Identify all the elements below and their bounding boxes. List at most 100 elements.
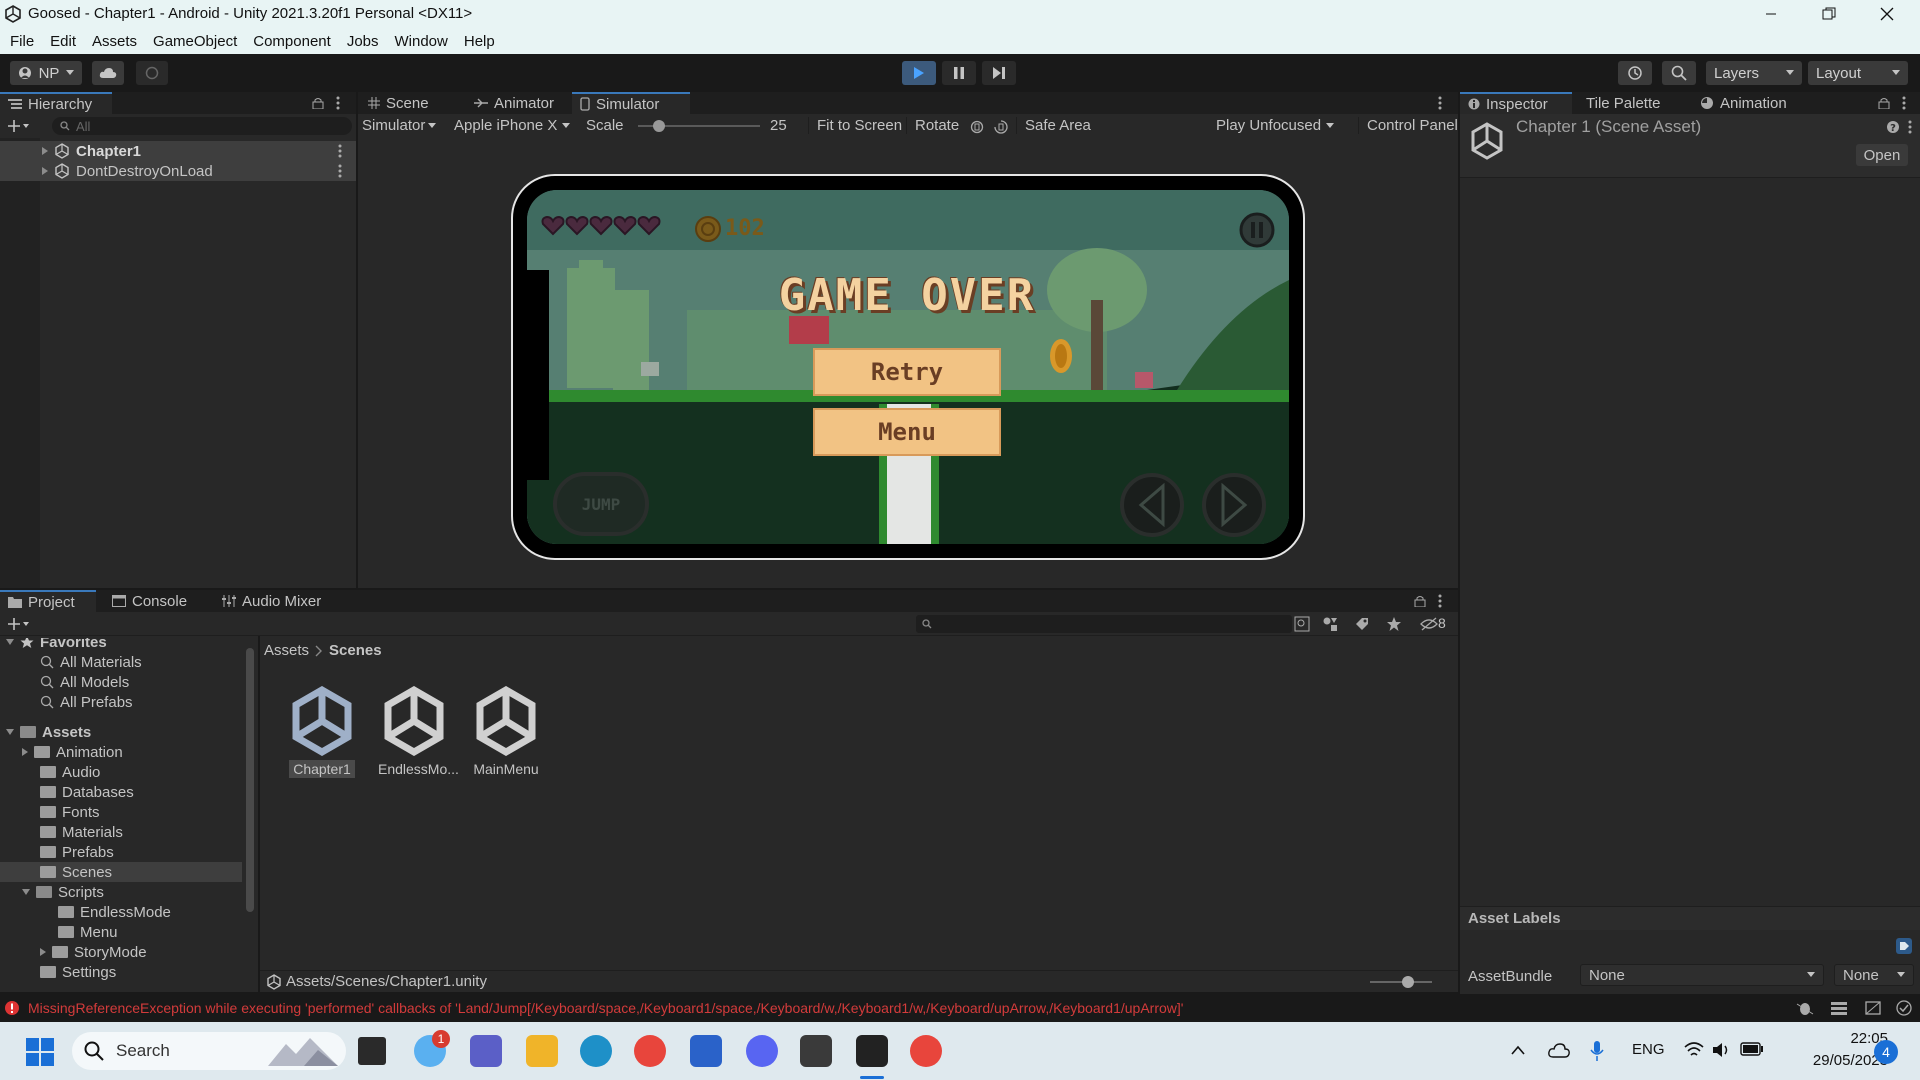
folder-tree-scrollbar[interactable] xyxy=(246,648,254,912)
game-view[interactable]: 102 GAME OVER Retry Menu JUMP xyxy=(527,190,1289,544)
layers-dropdown[interactable]: Layers xyxy=(1706,61,1802,85)
folder-storymode[interactable]: StoryMode xyxy=(40,942,147,962)
fit-to-screen-button[interactable]: Fit to Screen xyxy=(808,117,902,134)
tab-simulator[interactable]: Simulator xyxy=(572,92,690,114)
breadcrumb-scenes[interactable]: Scenes xyxy=(329,642,382,659)
hierarchy-item-dontdestroyonload[interactable]: DontDestroyOnLoad xyxy=(0,161,356,181)
progress-icon[interactable] xyxy=(1830,1000,1848,1016)
rotate-left-icon[interactable] xyxy=(969,119,985,135)
wifi-icon[interactable] xyxy=(1684,1041,1704,1059)
tab-audio-mixer[interactable]: Audio Mixer xyxy=(214,590,329,612)
folder-materials[interactable]: Materials xyxy=(40,822,123,842)
right-arrow-button[interactable] xyxy=(1201,472,1267,538)
tag-icon[interactable] xyxy=(1896,938,1912,954)
play-mode-dropdown[interactable]: Play Unfocused xyxy=(1216,117,1335,134)
folder-settings[interactable]: Settings xyxy=(40,962,116,982)
scale-slider-handle[interactable] xyxy=(653,120,665,132)
step-button[interactable] xyxy=(982,61,1016,85)
discord-icon[interactable] xyxy=(746,1035,778,1067)
favorite-all-models[interactable]: All Models xyxy=(40,672,129,692)
folder-endlessmode[interactable]: EndlessMode xyxy=(58,902,171,922)
retry-button[interactable]: Retry xyxy=(813,348,1001,396)
menu-button[interactable]: Menu xyxy=(813,408,1001,456)
store-icon[interactable] xyxy=(690,1035,722,1067)
taskbar-search[interactable]: Search xyxy=(72,1032,346,1070)
notification-badge[interactable]: 4 xyxy=(1874,1040,1898,1064)
chevron-up-icon[interactable] xyxy=(1510,1044,1526,1056)
simulator-mode-dropdown[interactable]: Simulator xyxy=(362,117,437,134)
unity-editor-icon[interactable] xyxy=(856,1035,888,1067)
favorite-all-prefabs[interactable]: All Prefabs xyxy=(40,692,133,712)
tab-project[interactable]: Project xyxy=(0,590,96,612)
favorites-header[interactable]: Favorites xyxy=(6,638,107,652)
status-error-message[interactable]: MissingReferenceException while executin… xyxy=(28,1000,1183,1016)
breadcrumb-assets[interactable]: Assets xyxy=(264,642,309,659)
filter-by-type-icon[interactable] xyxy=(1322,616,1338,632)
lock-icon[interactable] xyxy=(312,97,324,109)
menu-gameobject[interactable]: GameObject xyxy=(153,33,237,50)
language-indicator[interactable]: ENG xyxy=(1632,1041,1665,1058)
tab-animator[interactable]: Animator xyxy=(466,92,562,114)
onedrive-icon[interactable] xyxy=(1548,1042,1570,1058)
undo-history-button[interactable] xyxy=(1618,61,1652,85)
tab-animation[interactable]: Animation xyxy=(1692,92,1795,114)
tab-inspector[interactable]: Inspector xyxy=(1460,92,1572,114)
kebab-menu-icon[interactable] xyxy=(1438,594,1442,608)
lock-icon[interactable] xyxy=(1878,97,1890,109)
filter-by-label-icon[interactable] xyxy=(1354,616,1370,632)
menu-window[interactable]: Window xyxy=(395,33,448,50)
cache-icon[interactable] xyxy=(1864,1000,1882,1016)
volume-icon[interactable] xyxy=(1712,1041,1732,1059)
favorite-all-materials[interactable]: All Materials xyxy=(40,652,142,672)
icon-size-slider[interactable] xyxy=(1370,981,1432,983)
task-view-icon[interactable] xyxy=(358,1037,386,1065)
pause-button[interactable] xyxy=(942,61,976,85)
kebab-menu-icon[interactable] xyxy=(338,164,342,178)
file-endlessmode[interactable]: EndlessMo... xyxy=(374,686,459,778)
folder-menu[interactable]: Menu xyxy=(58,922,118,942)
close-button[interactable] xyxy=(1858,0,1916,28)
search-mode-icon[interactable] xyxy=(1294,616,1310,632)
minimize-button[interactable] xyxy=(1742,0,1800,28)
kebab-menu-icon[interactable] xyxy=(1908,120,1912,134)
file-chapter1[interactable]: Chapter1 xyxy=(282,686,362,778)
assets-root[interactable]: Assets xyxy=(6,722,91,742)
restore-button[interactable] xyxy=(1800,0,1858,28)
menu-jobs[interactable]: Jobs xyxy=(347,33,379,50)
folder-fonts[interactable]: Fonts xyxy=(40,802,100,822)
tab-tile-palette[interactable]: Tile Palette xyxy=(1578,92,1668,114)
file-explorer-icon[interactable] xyxy=(526,1035,558,1067)
safe-area-toggle[interactable]: Safe Area xyxy=(1016,117,1091,134)
menu-assets[interactable]: Assets xyxy=(92,33,137,50)
folder-scenes[interactable]: Scenes xyxy=(0,862,242,882)
account-dropdown[interactable]: NP xyxy=(10,61,82,85)
assetbundle-dropdown[interactable]: None xyxy=(1580,964,1824,986)
windows-start-icon[interactable] xyxy=(26,1038,54,1066)
open-button[interactable]: Open xyxy=(1856,144,1908,166)
menu-component[interactable]: Component xyxy=(253,33,331,50)
folder-audio[interactable]: Audio xyxy=(40,762,100,782)
control-panel-button[interactable]: Control Panel xyxy=(1358,117,1458,134)
unity-hub-icon[interactable] xyxy=(800,1035,832,1067)
expand-arrow-icon[interactable] xyxy=(42,147,48,155)
folder-databases[interactable]: Databases xyxy=(40,782,134,802)
hierarchy-item-chapter1[interactable]: Chapter1 xyxy=(0,141,356,161)
rotate-right-icon[interactable] xyxy=(993,119,1009,135)
layout-dropdown[interactable]: Layout xyxy=(1808,61,1908,85)
microphone-icon[interactable] xyxy=(1590,1040,1604,1062)
project-search[interactable] xyxy=(916,615,1292,633)
debug-icon[interactable] xyxy=(1796,1000,1814,1016)
lock-icon[interactable] xyxy=(1414,595,1426,607)
expand-arrow-icon[interactable] xyxy=(40,948,46,956)
folder-animation[interactable]: Animation xyxy=(22,742,123,762)
kebab-menu-icon[interactable] xyxy=(1902,96,1906,110)
add-icon[interactable] xyxy=(8,618,30,630)
collapse-arrow-icon[interactable] xyxy=(6,729,14,735)
menu-help[interactable]: Help xyxy=(464,33,495,50)
hidden-packages-icon[interactable] xyxy=(1420,616,1438,632)
tab-hierarchy[interactable]: Hierarchy xyxy=(0,92,112,114)
help-icon[interactable]: ? xyxy=(1886,120,1900,134)
kebab-menu-icon[interactable] xyxy=(336,96,340,110)
play-button[interactable] xyxy=(902,61,936,85)
menu-edit[interactable]: Edit xyxy=(50,33,76,50)
